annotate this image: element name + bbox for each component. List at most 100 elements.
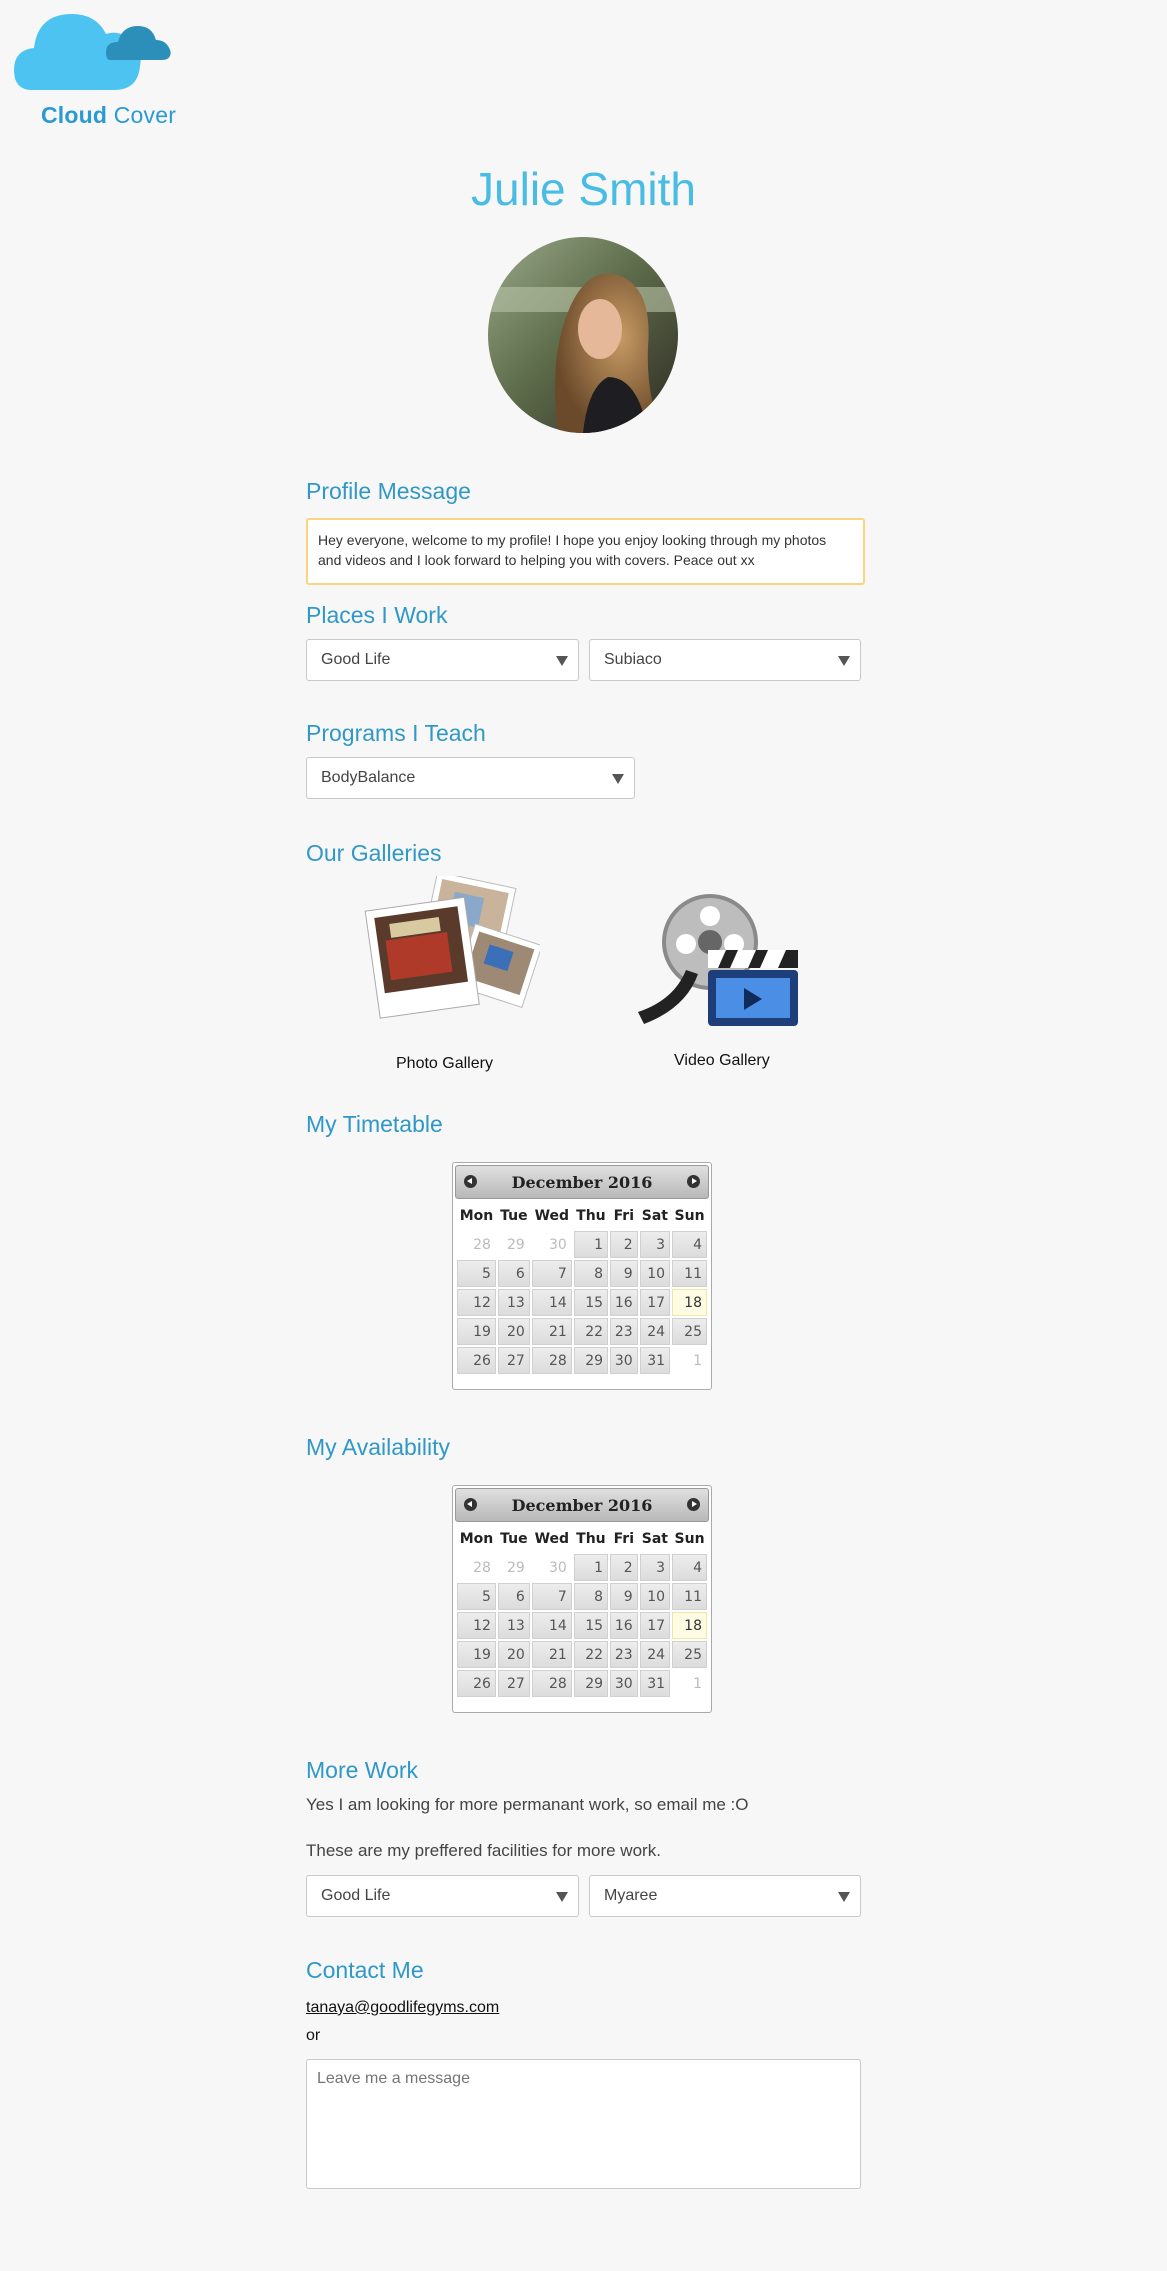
calendar-day[interactable]: 12	[457, 1289, 496, 1316]
calendar-day[interactable]: 1	[573, 1231, 609, 1258]
calendar-day[interactable]: 15	[573, 1289, 609, 1316]
calendar-day[interactable]: 24	[639, 1318, 671, 1345]
calendar-day[interactable]: 22	[573, 1318, 609, 1345]
calendar-day[interactable]: 14	[531, 1612, 572, 1639]
calendar-day[interactable]: 22	[573, 1641, 609, 1668]
calendar-day[interactable]: 26	[457, 1670, 496, 1697]
calendar-day[interactable]: 5	[457, 1260, 496, 1287]
programs-select[interactable]: BodyBalance	[306, 757, 635, 799]
profile-message-box[interactable]: Hey everyone, welcome to my profile! I h…	[306, 518, 865, 585]
calendar-title: December 2016	[511, 1173, 653, 1192]
calendar-day[interactable]: 23	[610, 1318, 638, 1345]
more-work-heading: More Work	[306, 1757, 419, 1783]
contact-email-link[interactable]: tanaya@goodlifegyms.com	[306, 1999, 499, 2017]
calendar-day[interactable]: 4	[672, 1554, 707, 1581]
calendar-day[interactable]: 29	[573, 1670, 609, 1697]
photo-gallery-link[interactable]	[350, 871, 543, 1036]
calendar-day[interactable]: 13	[497, 1612, 530, 1639]
calendar-day[interactable]: 28	[531, 1347, 572, 1374]
more-work-gym-select[interactable]: Good Life	[306, 1875, 579, 1917]
calendar-day[interactable]: 20	[497, 1318, 530, 1345]
calendar-day[interactable]: 29	[573, 1347, 609, 1374]
calendar-day[interactable]: 21	[531, 1641, 572, 1668]
calendar-day[interactable]: 24	[639, 1641, 671, 1668]
weekday-header: Wed	[534, 1531, 570, 1547]
video-gallery-label[interactable]: Video Gallery	[674, 1052, 770, 1070]
calendar-day[interactable]: 5	[457, 1583, 496, 1610]
chevron-down-icon	[612, 774, 624, 784]
calendar-day[interactable]: 2	[610, 1554, 638, 1581]
calendar-day[interactable]: 30	[610, 1670, 638, 1697]
profile-avatar	[488, 237, 678, 433]
calendar-day[interactable]: 9	[610, 1583, 638, 1610]
places-gym-select[interactable]: Good Life	[306, 639, 579, 681]
message-textarea[interactable]	[306, 2059, 861, 2189]
calendar-day[interactable]: 31	[639, 1347, 671, 1374]
calendar-grid: Mon Tue Wed Thu Fri Sat Sun 28 29 30 1 2 3 4 5 6 7 8 9 10 1…	[455, 1524, 709, 1699]
calendar-day[interactable]: 31	[639, 1670, 671, 1697]
calendar-day[interactable]: 17	[639, 1612, 671, 1639]
weekday-header: Fri	[613, 1208, 635, 1224]
calendar-day[interactable]: 4	[672, 1231, 707, 1258]
calendar-day[interactable]: 14	[531, 1289, 572, 1316]
calendar-day[interactable]: 28	[531, 1670, 572, 1697]
calendar-day[interactable]: 9	[610, 1260, 638, 1287]
calendar-week-row: 12 13 14 15 16 17 18	[457, 1289, 707, 1316]
calendar-title: December 2016	[511, 1496, 653, 1515]
next-month-icon[interactable]	[687, 1175, 700, 1188]
calendar-day[interactable]: 16	[610, 1289, 638, 1316]
calendar-day[interactable]: 18	[672, 1612, 707, 1639]
calendar-day[interactable]: 16	[610, 1612, 638, 1639]
calendar-day[interactable]: 2	[610, 1231, 638, 1258]
places-location-select[interactable]: Subiaco	[589, 639, 861, 681]
calendar-day[interactable]: 21	[531, 1318, 572, 1345]
availability-calendar: December 2016 Mon Tue Wed Thu Fri Sat Sun 28 29…	[452, 1485, 712, 1713]
calendar-week-row: 19 20 21 22 23 24 25	[457, 1641, 707, 1668]
calendar-day[interactable]: 19	[457, 1318, 496, 1345]
video-gallery-link[interactable]	[634, 890, 804, 1030]
calendar-day[interactable]: 6	[497, 1260, 530, 1287]
calendar-day[interactable]: 27	[497, 1347, 530, 1374]
calendar-day[interactable]: 26	[457, 1347, 496, 1374]
calendar-day-other-month: 30	[531, 1554, 572, 1581]
calendar-day-other-month: 30	[531, 1231, 572, 1258]
calendar-day[interactable]: 6	[497, 1583, 530, 1610]
photo-gallery-label[interactable]: Photo Gallery	[396, 1055, 493, 1073]
calendar-day[interactable]: 13	[497, 1289, 530, 1316]
calendar-day[interactable]: 1	[573, 1554, 609, 1581]
calendar-day[interactable]: 17	[639, 1289, 671, 1316]
cloud-cover-logo[interactable]: Cloud Cover	[14, 4, 194, 134]
preferred-facilities-text: These are my preffered facilities for mo…	[306, 1841, 661, 1860]
calendar-day[interactable]: 11	[672, 1583, 707, 1610]
calendar-day[interactable]: 8	[573, 1260, 609, 1287]
programs-heading: Programs I Teach	[306, 720, 486, 746]
calendar-day[interactable]: 25	[672, 1641, 707, 1668]
weekday-header: Fri	[613, 1531, 635, 1547]
calendar-week-row: 5 6 7 8 9 10 11	[457, 1260, 707, 1287]
calendar-day[interactable]: 8	[573, 1583, 609, 1610]
calendar-day[interactable]: 27	[497, 1670, 530, 1697]
calendar-day[interactable]: 12	[457, 1612, 496, 1639]
calendar-day[interactable]: 19	[457, 1641, 496, 1668]
calendar-day[interactable]: 3	[639, 1554, 671, 1581]
timetable-calendar: December 2016 Mon Tue Wed Thu Fri Sat Sun 28 29…	[452, 1162, 712, 1390]
calendar-day[interactable]: 23	[610, 1641, 638, 1668]
places-gym-value: Good Life	[321, 651, 391, 668]
weekday-header: Thu	[576, 1208, 606, 1224]
calendar-day[interactable]: 10	[639, 1583, 671, 1610]
calendar-week-row: 28 29 30 1 2 3 4	[457, 1231, 707, 1258]
calendar-day[interactable]: 25	[672, 1318, 707, 1345]
calendar-day[interactable]: 18	[672, 1289, 707, 1316]
next-month-icon[interactable]	[687, 1498, 700, 1511]
calendar-day[interactable]: 3	[639, 1231, 671, 1258]
more-work-location-select[interactable]: Myaree	[589, 1875, 861, 1917]
calendar-week-row: 26 27 28 29 30 31 1	[457, 1670, 707, 1697]
calendar-day[interactable]: 20	[497, 1641, 530, 1668]
calendar-day[interactable]: 11	[672, 1260, 707, 1287]
weekday-header: Sun	[674, 1208, 705, 1224]
calendar-day[interactable]: 10	[639, 1260, 671, 1287]
calendar-day[interactable]: 7	[531, 1583, 572, 1610]
calendar-day[interactable]: 30	[610, 1347, 638, 1374]
calendar-day[interactable]: 7	[531, 1260, 572, 1287]
calendar-day[interactable]: 15	[573, 1612, 609, 1639]
